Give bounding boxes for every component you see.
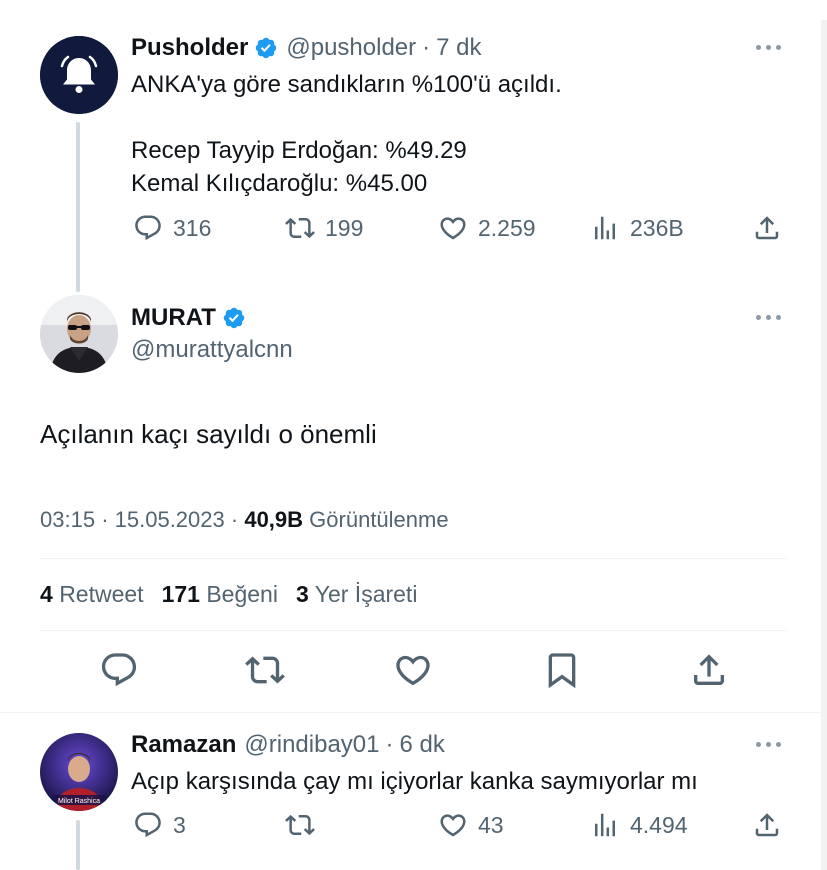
tweet-date[interactable]: 15.05.2023 <box>115 507 225 532</box>
retweet-button[interactable] <box>245 650 285 695</box>
like-button[interactable] <box>393 650 433 695</box>
views-total: 40,9B <box>244 507 304 532</box>
reply-count: 3 <box>173 811 186 838</box>
divider <box>0 712 827 713</box>
share-icon <box>694 654 724 685</box>
like-count: 43 <box>478 811 504 838</box>
heart-icon <box>396 655 430 686</box>
reply-icon <box>101 653 137 687</box>
scrollbar[interactable] <box>821 20 827 870</box>
avatar-caption: Milot Rashica <box>58 798 100 805</box>
reply-button[interactable] <box>99 650 139 695</box>
tweet-header: MURAT <box>131 304 246 332</box>
retweet-button[interactable] <box>285 810 315 840</box>
divider <box>40 630 787 631</box>
tweet-meta: 03:15 · 15.05.2023 · 40,9B Görüntülenme <box>40 507 449 533</box>
display-name[interactable]: Pusholder <box>131 34 248 62</box>
separator-dot: · <box>385 731 394 758</box>
share-button[interactable] <box>752 810 782 840</box>
main-tweet-actions <box>0 650 827 694</box>
timestamp[interactable]: 7 dk <box>436 34 481 62</box>
heart-icon <box>440 217 466 240</box>
divider <box>40 558 787 559</box>
engagement-stats: 4 Retweet 171 Beğeni 3 Yer İşareti <box>40 581 417 608</box>
like-button[interactable]: 43 <box>438 810 504 840</box>
separator-dot: · <box>101 507 109 532</box>
reply-icon <box>135 812 161 838</box>
reply-text: Açıp karşısında çay mı içiyorlar kanka s… <box>131 768 698 795</box>
tweet-header: Pusholder @pusholder · 7 dk <box>131 34 482 62</box>
user-photo-avatar: Milot Rashica <box>40 733 118 811</box>
views-button[interactable]: 4.494 <box>590 810 688 840</box>
handle[interactable]: @rindibay01 <box>244 731 379 759</box>
bell-icon <box>40 36 118 114</box>
reply-button[interactable]: 3 <box>133 810 186 840</box>
verified-badge-icon <box>223 307 245 329</box>
like-count: 2.259 <box>478 214 536 241</box>
tweet-header: Ramazan @rindibay01 · 6 dk <box>131 731 445 759</box>
retweet-icon <box>285 814 315 836</box>
analytics-icon <box>595 813 615 837</box>
reply-button[interactable]: 316 <box>133 213 211 243</box>
retweet-icon <box>245 656 285 684</box>
separator-dot: · <box>230 507 239 532</box>
like-button[interactable]: 2.259 <box>438 213 536 243</box>
share-button[interactable] <box>752 213 782 243</box>
retweet-count: 199 <box>325 214 364 241</box>
bookmark-button[interactable] <box>542 650 582 695</box>
heart-icon <box>440 814 466 837</box>
display-name[interactable]: Ramazan <box>131 731 236 759</box>
retweet-icon <box>285 217 315 239</box>
timestamp[interactable]: 6 dk <box>399 731 444 759</box>
likes-stat[interactable]: 171 Beğeni <box>162 581 278 608</box>
bookmarks-stat[interactable]: 3 Yer İşareti <box>296 581 417 608</box>
thread-connector <box>76 122 80 292</box>
reply-count: 316 <box>173 214 212 241</box>
share-button[interactable] <box>689 650 729 695</box>
reply-actions: 3 43 4.494 <box>0 810 827 846</box>
handle[interactable]: @pusholder <box>286 34 416 62</box>
tweet-time[interactable]: 03:15 <box>40 507 95 532</box>
analytics-icon <box>595 216 615 240</box>
more-options-icon[interactable] <box>756 315 781 320</box>
handle-row: @murattyalcnn <box>131 336 293 364</box>
handle[interactable]: @murattyalcnn <box>131 336 293 364</box>
verified-badge-icon <box>256 37 277 59</box>
tweet-actions: 316 199 2.259 236B <box>0 213 827 249</box>
views-count: 4.494 <box>630 811 688 838</box>
separator-dot: · <box>422 34 431 61</box>
views-label: Görüntülenme <box>309 507 449 532</box>
views-count: 236B <box>630 214 684 241</box>
main-tweet-text: Açılanın kaçı sayıldı o önemli <box>40 419 377 449</box>
reply-icon <box>135 215 161 241</box>
retweet-button[interactable]: 199 <box>285 213 363 243</box>
bookmark-icon <box>548 653 576 689</box>
share-icon <box>755 813 779 837</box>
share-icon <box>755 216 779 240</box>
avatar-ramazan[interactable]: Milot Rashica <box>40 733 118 811</box>
retweets-stat[interactable]: 4 Retweet <box>40 581 144 608</box>
user-photo-avatar <box>40 295 118 373</box>
avatar-pusholder[interactable] <box>40 36 118 114</box>
tweet-text: ANKA'ya göre sandıkların %100'ü açıldı. … <box>131 71 562 197</box>
views-button[interactable]: 236B <box>590 213 684 243</box>
display-name[interactable]: MURAT <box>131 304 216 332</box>
more-options-icon[interactable] <box>756 45 781 50</box>
more-options-icon[interactable] <box>756 742 781 747</box>
avatar-murat[interactable] <box>40 295 118 373</box>
